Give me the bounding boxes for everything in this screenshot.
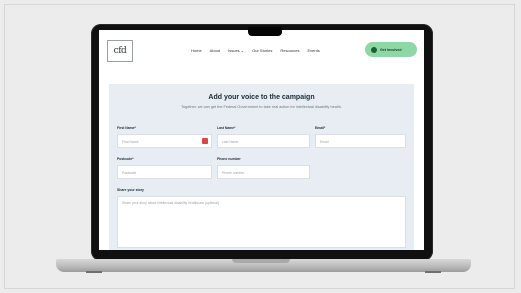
email-label: Email* — [315, 126, 326, 130]
laptop-foot-left — [86, 271, 102, 273]
last-name-placeholder: Last Name — [222, 140, 239, 144]
postcode-field[interactable]: Postcode — [117, 165, 212, 179]
last-name-label: Last Name* — [217, 126, 236, 130]
first-name-placeholder: First Name — [122, 140, 139, 144]
main-nav: Home About Issues ⌄ Our Stories Resource… — [191, 48, 320, 53]
get-involved-button[interactable]: Get Involved — [365, 42, 417, 57]
laptop-foot-right — [425, 271, 441, 273]
phone-placeholder: Phone number — [222, 171, 245, 175]
camera-notch — [248, 27, 282, 36]
site-header: cfd Home About Issues ⌄ Our Stories Reso… — [99, 30, 424, 84]
nav-home[interactable]: Home — [191, 48, 202, 53]
nav-resources[interactable]: Resources — [280, 48, 299, 53]
story-label: Share your story — [117, 188, 144, 192]
form-subtitle: Together, we can get the Federal Governm… — [181, 105, 342, 109]
site-logo[interactable]: cfd — [107, 40, 133, 62]
postcode-label: Postcode* — [117, 157, 134, 161]
last-name-field[interactable]: Last Name — [217, 134, 310, 148]
first-name-field[interactable]: First Name — [117, 134, 212, 148]
autofill-icon[interactable] — [202, 138, 208, 144]
email-field[interactable]: Email — [315, 134, 406, 148]
form-title: Add your voice to the campaign — [208, 94, 315, 101]
nav-events[interactable]: Events — [308, 48, 320, 53]
phone-label: Phone number — [217, 157, 241, 161]
postcode-placeholder: Postcode — [122, 171, 137, 175]
first-name-label: First Name* — [117, 126, 136, 130]
email-placeholder: Email — [320, 140, 329, 144]
story-placeholder: Share your story about intellectual disa… — [122, 201, 220, 205]
campaign-form: Add your voice to the campaign Together,… — [109, 84, 414, 250]
story-textarea[interactable]: Share your story about intellectual disa… — [117, 196, 406, 248]
person-icon — [371, 46, 377, 53]
phone-field[interactable]: Phone number — [217, 165, 310, 179]
nav-our-stories[interactable]: Our Stories — [252, 48, 272, 53]
get-involved-label: Get Involved — [380, 47, 402, 52]
laptop-screen: cfd Home About Issues ⌄ Our Stories Reso… — [99, 30, 424, 250]
laptop-opening-lip — [232, 259, 290, 263]
nav-about[interactable]: About — [210, 48, 220, 53]
nav-issues[interactable]: Issues ⌄ — [228, 48, 244, 53]
